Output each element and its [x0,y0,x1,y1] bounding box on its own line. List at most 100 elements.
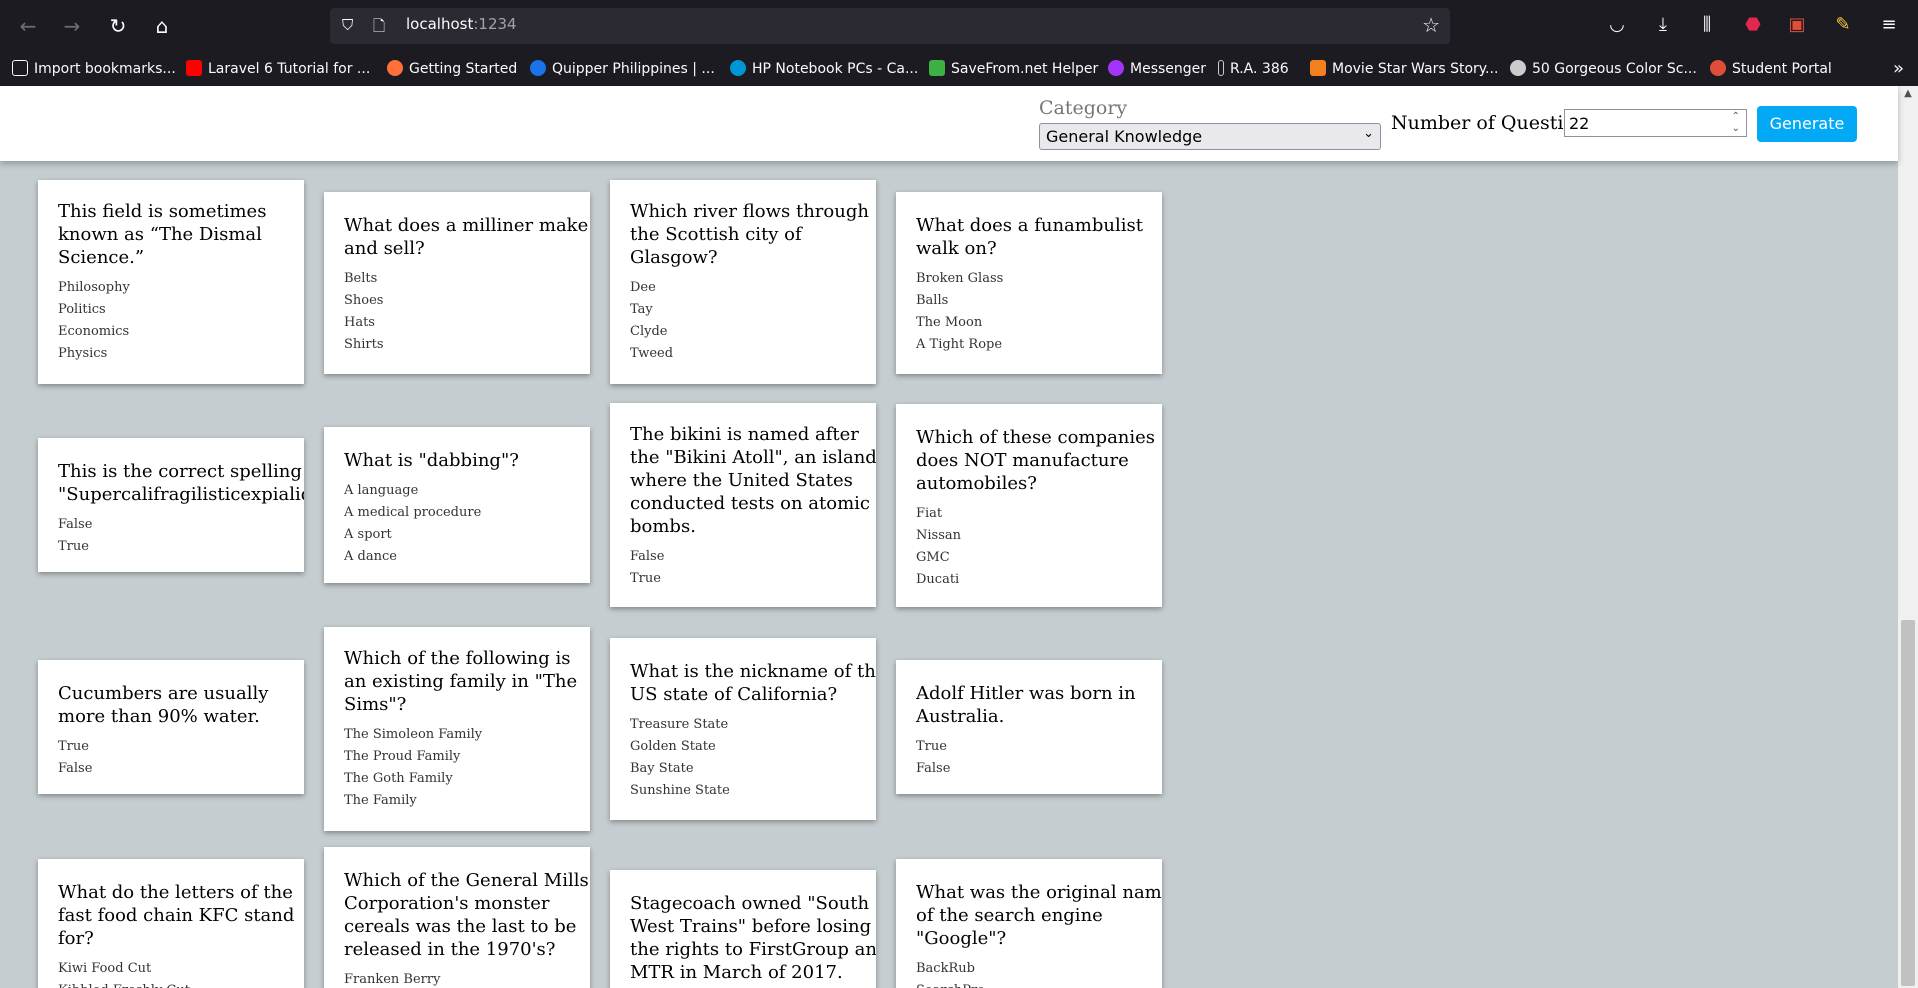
answer-option[interactable]: Philosophy [58,277,284,299]
adblock-icon[interactable]: ⬣ [1740,12,1766,38]
answer-option[interactable]: Kibbled Freshly Cut [58,980,284,988]
download-icon[interactable]: ⤓ [1650,12,1676,38]
hp-icon [730,60,746,76]
answer-option[interactable]: True [916,736,1142,758]
question-card: Which of the General Mills Corporation's … [324,847,590,988]
shield-icon[interactable]: ⛉ [342,16,353,34]
answer-option[interactable]: Shirts [344,334,570,356]
answer-option[interactable]: The Proud Family [344,746,570,768]
question-line: Sims"? [344,694,407,715]
answer-option[interactable]: SearchPro [916,980,1142,988]
bookmarks-overflow-icon[interactable]: » [1893,58,1904,79]
answer-option[interactable]: False [630,546,856,568]
answer-option[interactable]: The Family [344,790,570,812]
answer-option[interactable]: Tay [630,299,856,321]
answer-option[interactable]: A Tight Rope [916,334,1142,356]
color-picker-icon[interactable]: ✎ [1830,12,1856,38]
answer-option[interactable]: True [58,536,284,558]
answer-option[interactable]: The Simoleon Family [344,724,570,746]
answer-option[interactable]: Shoes [344,290,570,312]
bookmark-label: Import bookmarks... [34,61,176,77]
forward-arrow-icon[interactable]: → [56,10,88,42]
category-select[interactable]: General Knowledge ⌄ [1039,123,1381,150]
answer-option[interactable]: Belts [344,268,570,290]
question-card: Adolf Hitler was born in Australia. True Fa… [896,660,1162,794]
number-spinner-icon[interactable]: ⌃ ⌄ [1732,111,1740,135]
answer-option[interactable]: Kiwi Food Cut [58,958,284,980]
url-bar[interactable]: ⛉ 🗋 localhost:1234 ☆ [330,8,1450,44]
bookmark-item[interactable]: SaveFrom.net Helper [929,60,1098,77]
bookmark-star-icon[interactable]: ☆ [1422,13,1440,37]
question-text: The bikini is named after the "Bikini Ato… [630,423,876,538]
menu-icon[interactable]: ≡ [1876,12,1902,38]
bookmark-item[interactable]: Quipper Philippines | ... [530,60,715,77]
answer-option[interactable]: Tweed [630,343,856,365]
question-line: US state of California? [630,684,838,705]
answer-option[interactable]: Sunshine State [630,780,856,802]
answer-option[interactable]: Treasure State [630,714,856,736]
answer-option[interactable]: GMC [916,547,1142,569]
answer-option[interactable]: Balls [916,290,1142,312]
bookmark-item[interactable]: Movie Star Wars Story... [1310,60,1498,77]
browser-toolbar: ← → ↻ ⌂ ⛉ 🗋 localhost:1234 ☆ ◡ ⤓ ⫼ ⬣ ▣ ✎… [0,0,1918,52]
savefrom-icon [929,60,945,76]
bookmark-item[interactable]: Laravel 6 Tutorial for ... [186,60,370,77]
answer-option[interactable]: True [630,568,856,590]
answer-option[interactable]: A language [344,480,570,502]
answer-option[interactable]: False [58,514,284,536]
answer-option[interactable]: False [58,758,284,780]
question-line: Adolf Hitler was born in [916,683,1136,704]
answer-option[interactable]: Golden State [630,736,856,758]
pocket-icon[interactable]: ◡ [1604,12,1630,38]
answer-option[interactable]: Dee [630,277,856,299]
bookmark-item[interactable]: Import bookmarks... [12,60,176,77]
num-questions-input[interactable]: 22 ⌃ ⌄ [1564,109,1747,137]
answer-list: Philosophy Politics Economics Physics [58,277,284,365]
bookmark-item[interactable]: Getting Started [387,60,517,77]
question-line: What does a milliner make [344,215,589,236]
back-arrow-icon[interactable]: ← [12,10,44,42]
bookmark-item[interactable]: 50 Gorgeous Color Sc... [1510,60,1697,77]
answer-option[interactable]: The Moon [916,312,1142,334]
answer-option[interactable]: False [916,758,1142,780]
question-text: Which of these companies does NOT manufac… [916,426,1155,495]
answer-option[interactable]: A medical procedure [344,502,570,524]
answer-option[interactable]: Nissan [916,525,1142,547]
bookmark-item[interactable]: Messenger [1108,60,1206,77]
answer-option[interactable]: Broken Glass [916,268,1142,290]
answer-option[interactable]: Economics [58,321,284,343]
extension-icon[interactable]: ▣ [1784,12,1810,38]
question-line: bombs. [630,516,696,537]
answer-option[interactable]: A dance [344,546,570,568]
question-card: What is the nickname of the US state of C… [610,638,876,820]
generate-button[interactable]: Generate [1757,106,1857,142]
answer-option[interactable]: Bay State [630,758,856,780]
question-line: the "Bikini Atoll", an island [630,447,876,468]
answer-option[interactable]: Franken Berry [344,969,570,988]
reload-icon[interactable]: ↻ [102,10,134,42]
library-icon[interactable]: ⫼ [1694,12,1720,38]
answer-option[interactable]: Hats [344,312,570,334]
answer-option[interactable]: True [58,736,284,758]
messenger-icon [1108,60,1124,76]
scroll-up-arrow-icon[interactable]: ▲ [1901,88,1915,102]
question-card: What was the original name of the search … [896,859,1162,988]
answer-option[interactable]: Politics [58,299,284,321]
question-line: Stagecoach owned "South [630,893,870,914]
bookmark-item[interactable]: Student Portal [1710,60,1832,77]
page-info-icon[interactable]: 🗋 [373,16,385,41]
answer-option[interactable]: A sport [344,524,570,546]
answer-option[interactable]: Fiat [916,503,1142,525]
answer-option[interactable]: BackRub [916,958,1142,980]
scrollbar-thumb[interactable] [1901,620,1915,986]
home-icon[interactable]: ⌂ [146,10,178,42]
bookmark-item[interactable]: R.A. 386 [1218,60,1289,77]
answer-option[interactable]: Ducati [916,569,1142,591]
answer-option[interactable]: Clyde [630,321,856,343]
question-line: Which river flows through [630,201,869,222]
answer-list: Belts Shoes Hats Shirts [344,268,570,356]
bookmark-item[interactable]: HP Notebook PCs - Ca... [730,60,918,77]
answer-option[interactable]: The Goth Family [344,768,570,790]
url-text[interactable]: localhost:1234 [406,15,517,33]
answer-option[interactable]: Physics [58,343,284,365]
